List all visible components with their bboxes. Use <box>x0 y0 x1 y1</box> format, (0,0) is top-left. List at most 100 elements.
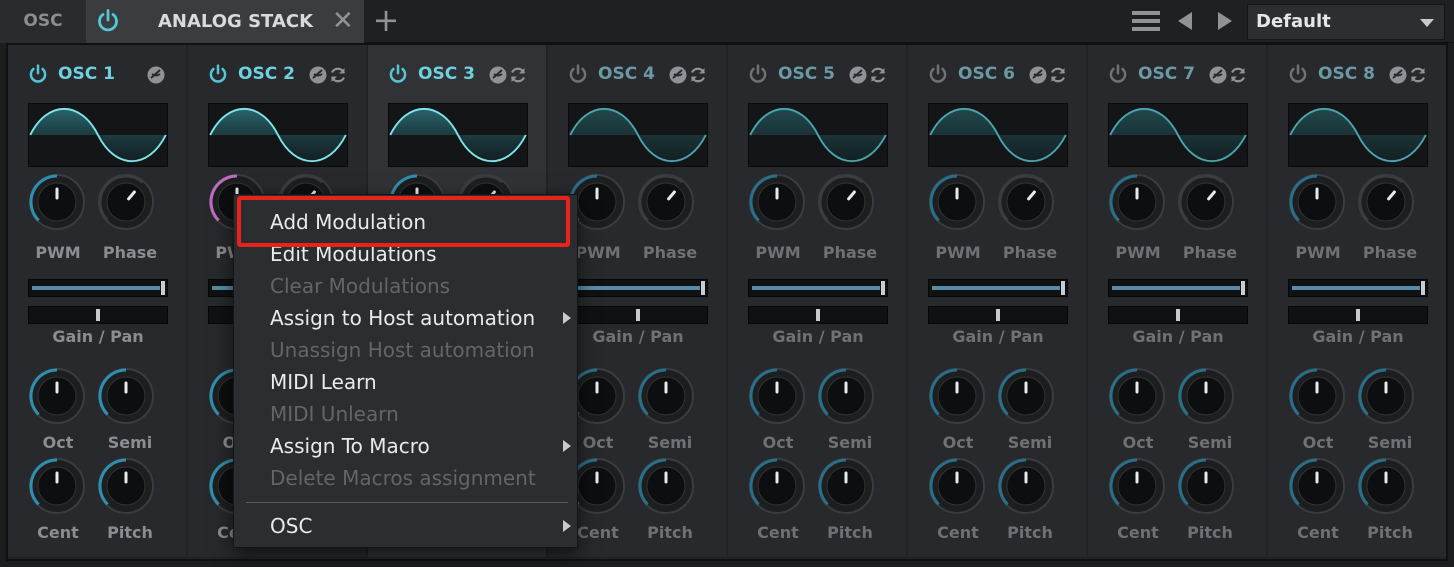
osc-name: OSC 3 <box>418 64 475 84</box>
pan-slider[interactable] <box>28 306 168 324</box>
semi-knob[interactable] <box>97 367 155 425</box>
pwm-knob[interactable] <box>748 173 806 231</box>
gain-slider[interactable] <box>748 279 888 297</box>
pan-slider[interactable] <box>1108 306 1248 324</box>
phase-knob[interactable] <box>997 173 1055 231</box>
pitch-knob[interactable] <box>1177 457 1235 515</box>
cent-knob[interactable] <box>1288 457 1346 515</box>
gain-slider[interactable] <box>28 279 168 297</box>
menu-item-assign-to-macro[interactable]: Assign To Macro <box>270 431 430 461</box>
pitch-knob[interactable] <box>1357 457 1415 515</box>
close-icon[interactable]: ✕ <box>332 8 358 34</box>
power-icon[interactable] <box>388 64 408 84</box>
cent-label: Cent <box>1297 523 1339 542</box>
arrow-right-icon[interactable] <box>1218 12 1232 30</box>
hamburger-icon[interactable] <box>1132 11 1160 33</box>
gain-slider[interactable] <box>1288 279 1428 297</box>
pwm-knob[interactable] <box>1288 173 1346 231</box>
gain-slider[interactable] <box>928 279 1068 297</box>
phase-knob[interactable] <box>817 173 875 231</box>
menu-item-midi-learn[interactable]: MIDI Learn <box>270 367 377 397</box>
pan-slider[interactable] <box>928 306 1068 324</box>
pan-slider[interactable] <box>568 306 708 324</box>
pwm-knob[interactable] <box>28 173 86 231</box>
power-icon[interactable] <box>1288 64 1308 84</box>
preset-dropdown[interactable]: Default <box>1247 4 1445 40</box>
power-icon[interactable] <box>28 64 48 84</box>
osc-column-6: OSC 6 PWM Phase Gain / Pan Oct Semi Cent Pitch <box>908 45 1086 557</box>
power-icon[interactable] <box>1108 64 1128 84</box>
osc-header: OSC 5 <box>748 60 908 88</box>
waveform-display <box>28 103 168 167</box>
add-module-button[interactable]: + <box>371 4 401 36</box>
power-icon[interactable] <box>208 64 228 84</box>
modulation-icon[interactable] <box>1208 65 1228 85</box>
pitch-label: Pitch <box>1187 523 1233 542</box>
osc-header: OSC 4 <box>568 60 728 88</box>
sync-icon[interactable] <box>868 65 888 85</box>
cent-knob[interactable] <box>928 457 986 515</box>
submenu-arrow-icon <box>563 520 571 532</box>
osc-name: OSC 1 <box>58 64 115 84</box>
cent-knob[interactable] <box>1108 457 1166 515</box>
sync-icon[interactable] <box>328 65 348 85</box>
waveform-display <box>568 103 708 167</box>
modulation-icon[interactable] <box>848 65 868 85</box>
semi-knob[interactable] <box>1357 367 1415 425</box>
cent-knob[interactable] <box>748 457 806 515</box>
sync-icon[interactable] <box>1228 65 1248 85</box>
oct-knob[interactable] <box>1108 367 1166 425</box>
pwm-knob[interactable] <box>928 173 986 231</box>
semi-knob[interactable] <box>817 367 875 425</box>
modulation-icon[interactable] <box>1028 65 1048 85</box>
menu-item-assign-host-automation[interactable]: Assign to Host automation <box>270 303 535 333</box>
phase-knob[interactable] <box>1357 173 1415 231</box>
arrow-left-icon[interactable] <box>1178 12 1192 30</box>
oct-knob[interactable] <box>928 367 986 425</box>
pan-slider[interactable] <box>748 306 888 324</box>
osc-name: OSC 7 <box>1138 64 1195 84</box>
osc-header: OSC 6 <box>928 60 1088 88</box>
power-icon[interactable] <box>748 64 768 84</box>
semi-knob[interactable] <box>637 367 695 425</box>
menu-item-osc[interactable]: OSC <box>270 511 312 541</box>
sync-icon[interactable] <box>1048 65 1068 85</box>
phase-knob[interactable] <box>97 173 155 231</box>
pitch-knob[interactable] <box>997 457 1055 515</box>
phase-knob[interactable] <box>1177 173 1235 231</box>
modulation-icon[interactable] <box>668 65 688 85</box>
pan-slider[interactable] <box>1288 306 1428 324</box>
tab-analog-stack[interactable]: ANALOG STACK ✕ <box>86 0 364 43</box>
cent-knob[interactable] <box>28 457 86 515</box>
power-icon[interactable] <box>928 64 948 84</box>
semi-label: Semi <box>827 433 873 452</box>
menu-item-add-modulation[interactable]: Add Modulation <box>270 207 426 237</box>
tab-osc[interactable]: OSC <box>0 0 86 43</box>
modulation-icon[interactable] <box>1388 65 1408 85</box>
modulation-icon[interactable] <box>308 65 328 85</box>
pitch-knob[interactable] <box>817 457 875 515</box>
power-icon[interactable] <box>96 9 120 33</box>
pwm-knob[interactable] <box>1108 173 1166 231</box>
semi-label: Semi <box>107 433 153 452</box>
menu-item-edit-modulations[interactable]: Edit Modulations <box>270 239 437 269</box>
pitch-knob[interactable] <box>637 457 695 515</box>
semi-knob[interactable] <box>1177 367 1235 425</box>
phase-label: Phase <box>102 243 158 262</box>
gain-slider[interactable] <box>568 279 708 297</box>
oct-knob[interactable] <box>748 367 806 425</box>
phase-knob[interactable] <box>637 173 695 231</box>
sync-icon[interactable] <box>1408 65 1428 85</box>
semi-knob[interactable] <box>997 367 1055 425</box>
pitch-knob[interactable] <box>97 457 155 515</box>
oct-label: Oct <box>942 433 974 452</box>
oct-knob[interactable] <box>28 367 86 425</box>
sync-icon[interactable] <box>508 65 528 85</box>
modulation-icon[interactable] <box>488 65 508 85</box>
modulation-icon[interactable] <box>146 65 166 85</box>
oct-knob[interactable] <box>1288 367 1346 425</box>
power-icon[interactable] <box>568 64 588 84</box>
sync-icon[interactable] <box>688 65 708 85</box>
gain-slider[interactable] <box>1108 279 1248 297</box>
oct-label: Oct <box>1122 433 1154 452</box>
